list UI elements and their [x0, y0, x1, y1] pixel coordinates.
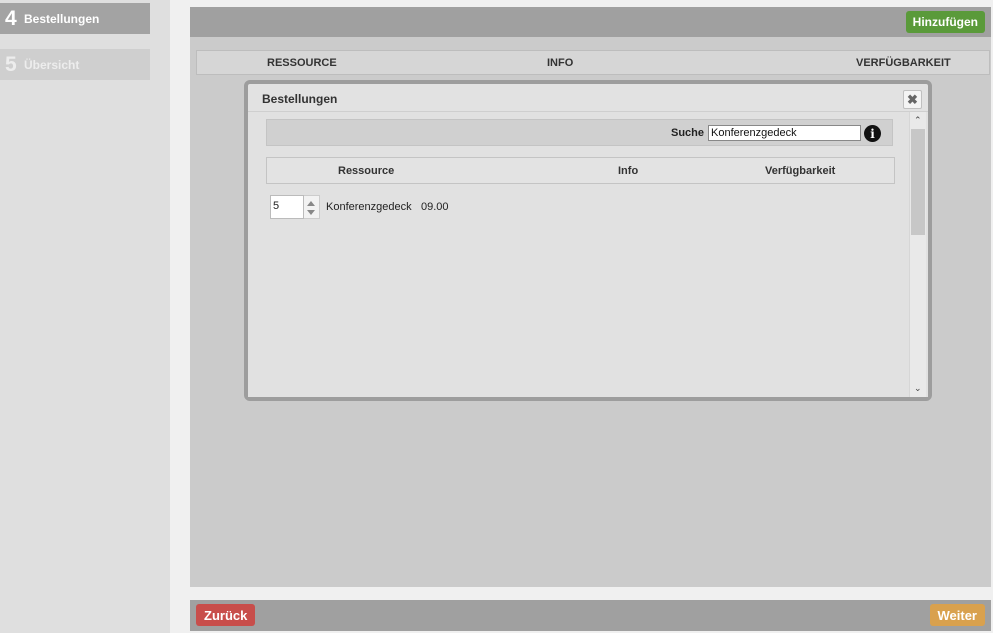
- scroll-up-icon[interactable]: ⌃: [914, 115, 922, 126]
- header-info: Info: [618, 165, 639, 177]
- step-sidebar: 4 Bestellungen 5 Übersicht: [0, 0, 170, 633]
- dialog-content: Suche i Ressource Info Verfügbarkeit 5 K…: [248, 111, 928, 397]
- step-label: Bestellungen: [24, 11, 100, 26]
- header-ressource: Ressource: [338, 165, 395, 177]
- step-label: Übersicht: [24, 57, 80, 72]
- search-bar: Suche i: [266, 119, 893, 146]
- header-ressource: RESSOURCE: [267, 57, 337, 69]
- header-verfuegbarkeit: Verfügbarkeit: [765, 165, 836, 177]
- step-number: 4: [5, 6, 17, 30]
- scroll-down-icon[interactable]: ⌄: [914, 383, 922, 394]
- table-row: 5 Konferenzgedeck 09.00: [270, 195, 870, 219]
- stepper-up-icon[interactable]: [307, 201, 315, 206]
- dialog-title: Bestellungen: [262, 92, 338, 106]
- scroll-thumb[interactable]: [911, 129, 925, 235]
- orders-dialog: Bestellungen ✖ Suche i Ressource Info Ve…: [244, 80, 932, 401]
- header-info: INFO: [547, 57, 574, 69]
- dialog-table-header: Ressource Info Verfügbarkeit: [266, 157, 895, 184]
- stepper-down-icon[interactable]: [307, 210, 315, 215]
- quantity-stepper[interactable]: 5: [270, 195, 304, 219]
- search-input[interactable]: [708, 125, 861, 141]
- add-button[interactable]: Hinzufügen: [905, 11, 985, 33]
- header-verfuegbarkeit: VERFÜGBARKEIT: [856, 57, 951, 69]
- search-label: Suche: [671, 127, 705, 139]
- info-icon[interactable]: i: [864, 125, 881, 142]
- stepper-buttons[interactable]: [304, 195, 320, 219]
- resource-time: 09.00: [421, 201, 449, 213]
- top-toolbar: Hinzufügen: [190, 7, 991, 37]
- resource-name: Konferenzgedeck: [326, 201, 412, 213]
- step-5-uebersicht[interactable]: 5 Übersicht: [0, 49, 150, 80]
- step-4-bestellungen[interactable]: 4 Bestellungen: [0, 3, 150, 34]
- back-button[interactable]: Zurück: [196, 604, 256, 626]
- scrollbar[interactable]: ⌃ ⌄: [909, 112, 926, 397]
- close-icon[interactable]: ✖: [903, 90, 922, 109]
- step-number: 5: [5, 52, 17, 76]
- footer-bar: Zurück Weiter: [190, 600, 991, 631]
- next-button[interactable]: Weiter: [929, 604, 985, 626]
- resource-table-header: RESSOURCE INFO VERFÜGBARKEIT: [196, 50, 990, 75]
